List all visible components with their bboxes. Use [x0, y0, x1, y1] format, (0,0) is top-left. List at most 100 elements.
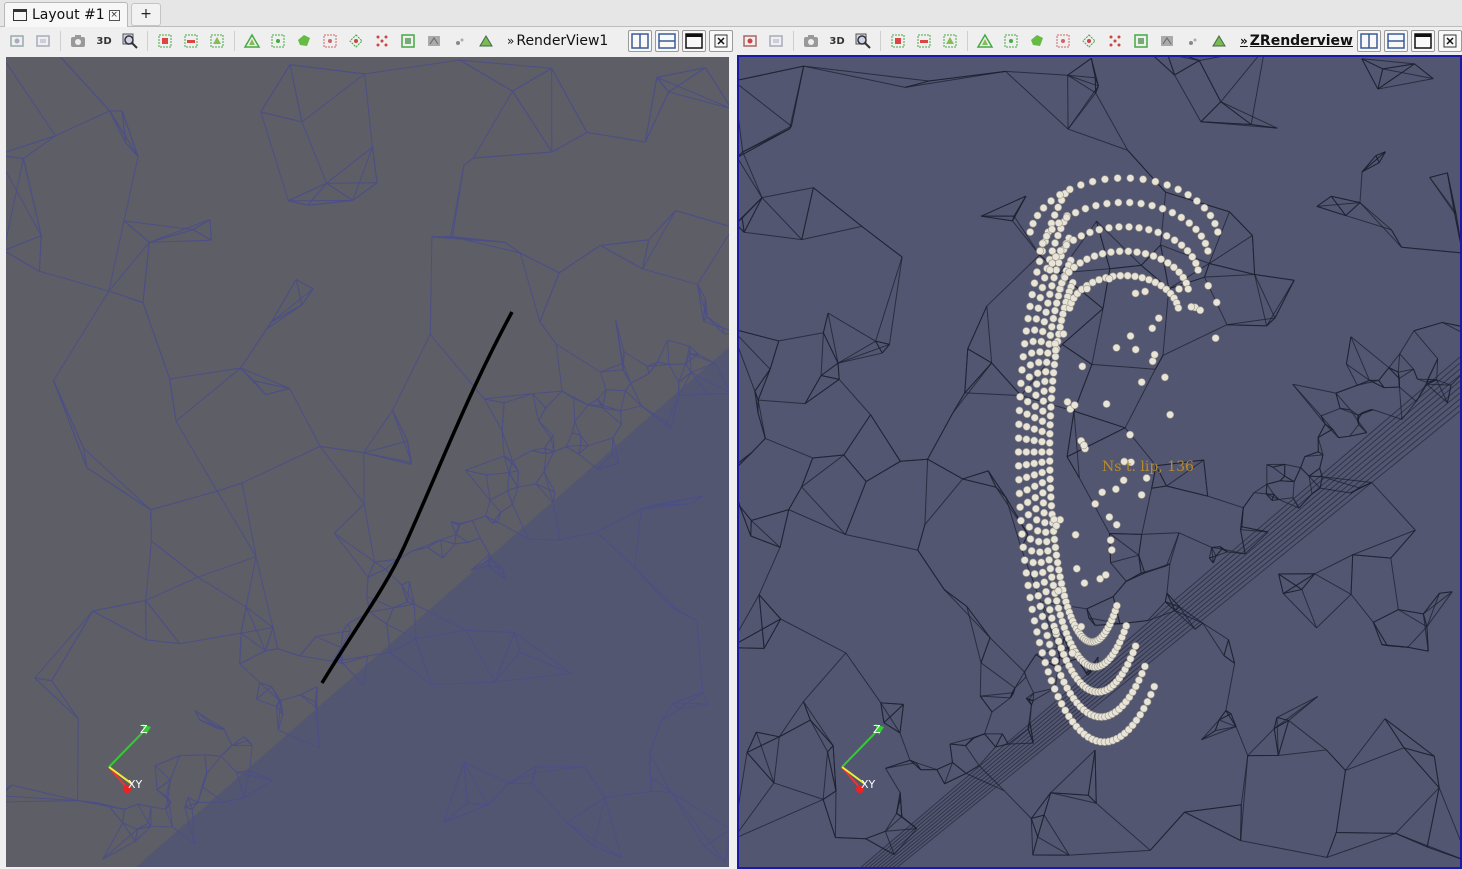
select-polygon-points-icon[interactable]	[1104, 30, 1126, 52]
select-polygon-points-icon[interactable]	[371, 30, 393, 52]
particle	[1047, 322, 1056, 331]
render-canvas[interactable]: Z XY	[6, 57, 729, 867]
close-icon[interactable]: ×	[108, 9, 120, 21]
split-horizontal-icon[interactable]	[1357, 30, 1381, 52]
particle	[1046, 564, 1055, 573]
clear-selection-icon[interactable]	[1130, 30, 1152, 52]
particle	[1137, 490, 1146, 499]
particle	[1050, 211, 1059, 219]
render-canvas[interactable]: Z XY	[739, 57, 1460, 867]
particle	[1051, 339, 1060, 348]
particle	[1026, 302, 1034, 311]
3d-toggle-icon[interactable]: 3D	[93, 30, 115, 52]
particle	[1065, 185, 1074, 194]
particle	[1032, 315, 1041, 323]
reset-camera-icon[interactable]	[739, 30, 761, 52]
particle	[1014, 434, 1023, 443]
clear-selection-icon[interactable]	[397, 30, 419, 52]
particle	[1030, 482, 1039, 491]
particle	[1022, 422, 1031, 431]
select-block-icon[interactable]	[267, 30, 289, 52]
select-cells-on-icon[interactable]	[154, 30, 176, 52]
reset-camera-closest-icon[interactable]	[32, 30, 54, 52]
particle	[1138, 273, 1147, 282]
find-data-icon[interactable]	[475, 30, 497, 52]
render-view-1[interactable]: Z XY	[6, 57, 729, 867]
hover-points-icon[interactable]	[423, 30, 445, 52]
zoom-to-data-icon[interactable]	[852, 30, 874, 52]
split-vertical-icon[interactable]	[1384, 30, 1408, 52]
interactive-select-points-icon[interactable]	[1052, 30, 1074, 52]
particle	[1043, 349, 1052, 357]
zoom-to-data-icon[interactable]	[119, 30, 141, 52]
view-title-label: RenderView1	[516, 33, 609, 49]
particle	[1115, 223, 1123, 231]
particle	[1036, 293, 1045, 302]
tab-layout-1[interactable]: Layout #1 ×	[4, 2, 128, 27]
particle	[1040, 508, 1048, 517]
hover-cells-icon[interactable]	[449, 30, 471, 52]
select-polygon-cells-icon[interactable]	[1078, 30, 1100, 52]
select-cells-through-icon[interactable]	[206, 30, 228, 52]
particle	[1032, 391, 1040, 400]
close-view-icon[interactable]	[1438, 30, 1462, 52]
select-points-through-icon[interactable]	[974, 30, 996, 52]
3d-toggle-icon[interactable]: 3D	[826, 30, 848, 52]
interactive-select-points-icon[interactable]	[319, 30, 341, 52]
particle	[1047, 281, 1056, 290]
particle	[1026, 535, 1035, 543]
particle	[1030, 471, 1039, 479]
particle	[1192, 225, 1200, 234]
particle	[1041, 367, 1050, 376]
reset-camera-closest-icon[interactable]	[765, 30, 787, 52]
split-horizontal-icon[interactable]	[628, 30, 652, 52]
screenshot-icon[interactable]	[67, 30, 89, 52]
maximize-icon[interactable]	[1411, 30, 1435, 52]
select-cells-through-icon[interactable]	[939, 30, 961, 52]
interactive-select-cells-icon[interactable]	[1026, 30, 1048, 52]
particle	[1162, 232, 1171, 240]
particle	[1150, 682, 1159, 691]
select-points-on-icon[interactable]	[180, 30, 202, 52]
particle	[1200, 204, 1209, 212]
particle	[1050, 273, 1058, 282]
particle	[1174, 185, 1183, 194]
particle	[1052, 299, 1061, 308]
particle	[1050, 535, 1059, 544]
hover-points-icon[interactable]	[1156, 30, 1178, 52]
particle	[1088, 177, 1097, 186]
particle	[1102, 400, 1111, 408]
close-view-icon[interactable]	[709, 30, 733, 52]
particle	[1024, 510, 1033, 519]
select-points-through-icon[interactable]	[241, 30, 263, 52]
mesh-edge	[673, 702, 709, 705]
view-title-zrenderview[interactable]: » ZRenderview	[1240, 33, 1353, 49]
select-cells-on-icon[interactable]	[887, 30, 909, 52]
interactive-select-cells-icon[interactable]	[293, 30, 315, 52]
screenshot-icon[interactable]	[800, 30, 822, 52]
particle	[1056, 323, 1065, 332]
particle	[1022, 435, 1031, 444]
particle	[1044, 667, 1053, 676]
particle	[1047, 614, 1056, 623]
add-tab-button[interactable]: +	[131, 3, 161, 26]
select-block-icon[interactable]	[1000, 30, 1022, 52]
particle	[1119, 476, 1128, 485]
particle	[1046, 484, 1055, 493]
particle	[1054, 664, 1062, 673]
window-icon	[13, 9, 27, 21]
maximize-icon[interactable]	[682, 30, 706, 52]
find-data-icon[interactable]	[1208, 30, 1230, 52]
hover-cells-icon[interactable]	[1182, 30, 1204, 52]
particle	[1038, 283, 1047, 292]
particle	[1059, 310, 1067, 318]
render-view-z[interactable]: Z XY Ns t. lip, 136	[737, 55, 1462, 869]
split-vertical-icon[interactable]	[655, 30, 679, 52]
select-points-on-icon[interactable]	[913, 30, 935, 52]
particle	[1056, 611, 1065, 619]
particle	[1083, 255, 1091, 264]
view-title-renderview1[interactable]: » RenderView1	[507, 33, 608, 49]
particle	[1032, 516, 1041, 524]
select-polygon-cells-icon[interactable]	[345, 30, 367, 52]
reset-camera-icon[interactable]	[6, 30, 28, 52]
